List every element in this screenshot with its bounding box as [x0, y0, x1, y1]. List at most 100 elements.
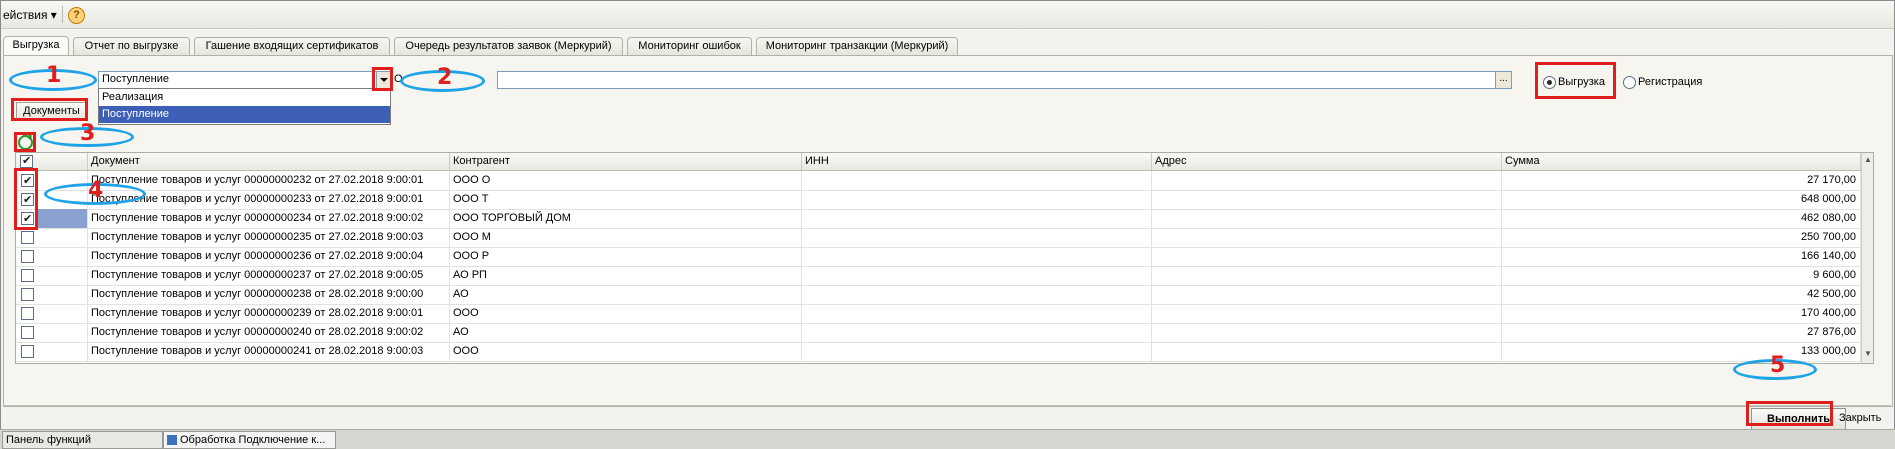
tab-monitoring-errors[interactable]: Мониторинг ошибок: [627, 37, 752, 55]
cell-contragent: АО: [450, 323, 802, 342]
row-check-cell: [16, 266, 88, 285]
cell-address: [1152, 323, 1502, 342]
actions-menu[interactable]: ействия ▾: [3, 8, 57, 22]
cell-doc: Поступление товаров и услуг 00000000232 …: [88, 171, 450, 190]
table-row[interactable]: Поступление товаров и услуг 00000000235 …: [16, 228, 1861, 248]
cell-address: [1152, 228, 1502, 247]
annotation-number: 4: [88, 178, 104, 203]
annotation-box: [1746, 401, 1833, 426]
cell-sum: 133 000,00: [1502, 342, 1861, 361]
cell-inn: [802, 247, 1152, 266]
cell-address: [1152, 266, 1502, 285]
cell-sum: 42 500,00: [1502, 285, 1861, 304]
row-checkbox[interactable]: [21, 326, 34, 339]
row-checkbox[interactable]: [21, 288, 34, 301]
cell-address: [1152, 171, 1502, 190]
cell-contragent: ООО: [450, 304, 802, 323]
footer-divider: [3, 405, 1891, 406]
annotation-number: 3: [80, 121, 96, 146]
dropdown-option-realizaciya[interactable]: Реализация: [99, 89, 390, 106]
cell-sum: 648 000,00: [1502, 190, 1861, 209]
tab-vygruzka[interactable]: Выгрузка: [3, 36, 69, 56]
current-row-marker: [36, 209, 87, 228]
table-row[interactable]: Поступление товаров и услуг 00000000234 …: [16, 209, 1861, 229]
toolbar-divider: [62, 6, 63, 23]
operation-dropdown: Реализация Поступление: [98, 88, 391, 125]
cell-contragent: АО: [450, 285, 802, 304]
operation-combo[interactable]: Поступление: [98, 71, 393, 89]
close-button[interactable]: Закрыть: [1839, 412, 1881, 424]
table-row[interactable]: Поступление товаров и услуг 00000000232 …: [16, 171, 1861, 191]
tab-otchet[interactable]: Отчет по выгрузке: [73, 37, 190, 55]
cell-inn: [802, 304, 1152, 323]
cell-address: [1152, 342, 1502, 361]
cell-sum: 250 700,00: [1502, 228, 1861, 247]
table-row[interactable]: Поступление товаров и услуг 00000000241 …: [16, 342, 1861, 362]
tab-monitoring-transactions[interactable]: Мониторинг транзакции (Меркурий): [756, 37, 958, 55]
annotation-number: 2: [437, 65, 453, 90]
annotation-number: 1: [46, 63, 62, 88]
cell-address: [1152, 209, 1502, 228]
header-inn[interactable]: ИНН: [802, 153, 1152, 170]
cell-sum: 462 080,00: [1502, 209, 1861, 228]
select-button[interactable]: ...: [1495, 71, 1512, 89]
row-checkbox[interactable]: [21, 250, 34, 263]
header-document[interactable]: Документ: [88, 153, 450, 170]
annotation-number: 5: [1770, 353, 1786, 378]
cell-sum: 166 140,00: [1502, 247, 1861, 266]
table-row[interactable]: Поступление товаров и услуг 00000000233 …: [16, 190, 1861, 210]
header-contragent[interactable]: Контрагент: [450, 153, 802, 170]
cell-inn: [802, 171, 1152, 190]
cell-doc: Поступление товаров и услуг 00000000236 …: [88, 247, 450, 266]
radio-registraciya-label: Регистрация: [1638, 76, 1703, 88]
toolbar: ействия ▾ ?: [1, 1, 1894, 29]
taskbar-item-obrabotka[interactable]: Обработка Подключение к...: [163, 431, 336, 449]
cell-contragent: ООО ТОРГОВЫЙ ДОМ: [450, 209, 802, 228]
taskbar-item-panel[interactable]: Панель функций: [2, 431, 163, 449]
row-check-cell: [16, 247, 88, 266]
row-check-cell: [16, 304, 88, 323]
cell-contragent: ООО: [450, 342, 802, 361]
cell-doc: Поступление товаров и услуг 00000000241 …: [88, 342, 450, 361]
annotation-box: [1535, 62, 1616, 99]
annotation-box: [372, 67, 393, 91]
annotation-box: [14, 168, 38, 230]
cell-inn: [802, 323, 1152, 342]
cell-inn: [802, 342, 1152, 361]
row-check-cell: [16, 228, 88, 247]
table-row[interactable]: Поступление товаров и услуг 00000000238 …: [16, 285, 1861, 305]
contragent-field[interactable]: [497, 71, 1498, 89]
help-icon[interactable]: ?: [68, 7, 85, 24]
scroll-down-icon[interactable]: ▼: [1864, 349, 1872, 358]
tab-gashenie[interactable]: Гашение входящих сертификатов: [194, 37, 390, 55]
radio-registraciya[interactable]: [1623, 76, 1636, 89]
tab-ochered[interactable]: Очередь результатов заявок (Меркурий): [394, 37, 623, 55]
cell-inn: [802, 209, 1152, 228]
header-address[interactable]: Адрес: [1152, 153, 1502, 170]
taskbar: Панель функций Обработка Подключение к..…: [0, 429, 1895, 449]
annotation-box: [14, 132, 36, 152]
scroll-up-icon[interactable]: ▲: [1864, 155, 1872, 164]
cell-contragent: ООО О: [450, 171, 802, 190]
cell-doc: Поступление товаров и услуг 00000000240 …: [88, 323, 450, 342]
table-row[interactable]: Поступление товаров и услуг 00000000236 …: [16, 247, 1861, 267]
annotation-box: [11, 98, 88, 121]
dropdown-option-postuplenie[interactable]: Поступление: [99, 106, 390, 123]
row-check-cell: [16, 342, 88, 361]
cell-doc: Поступление товаров и услуг 00000000234 …: [88, 209, 450, 228]
row-checkbox[interactable]: [21, 345, 34, 358]
row-checkbox[interactable]: [21, 269, 34, 282]
cell-inn: [802, 266, 1152, 285]
operation-value: Поступление: [102, 73, 170, 85]
vertical-scrollbar[interactable]: ▲ ▼: [1861, 153, 1873, 363]
check-all-icon[interactable]: [20, 153, 33, 170]
header-sum[interactable]: Сумма: [1502, 153, 1861, 170]
row-checkbox[interactable]: [21, 307, 34, 320]
row-checkbox[interactable]: [21, 231, 34, 244]
table-row[interactable]: Поступление товаров и услуг 00000000240 …: [16, 323, 1861, 343]
cell-address: [1152, 285, 1502, 304]
table-row[interactable]: Поступление товаров и услуг 00000000237 …: [16, 266, 1861, 286]
cell-inn: [802, 228, 1152, 247]
table-row[interactable]: Поступление товаров и услуг 00000000239 …: [16, 304, 1861, 324]
cell-sum: 170 400,00: [1502, 304, 1861, 323]
